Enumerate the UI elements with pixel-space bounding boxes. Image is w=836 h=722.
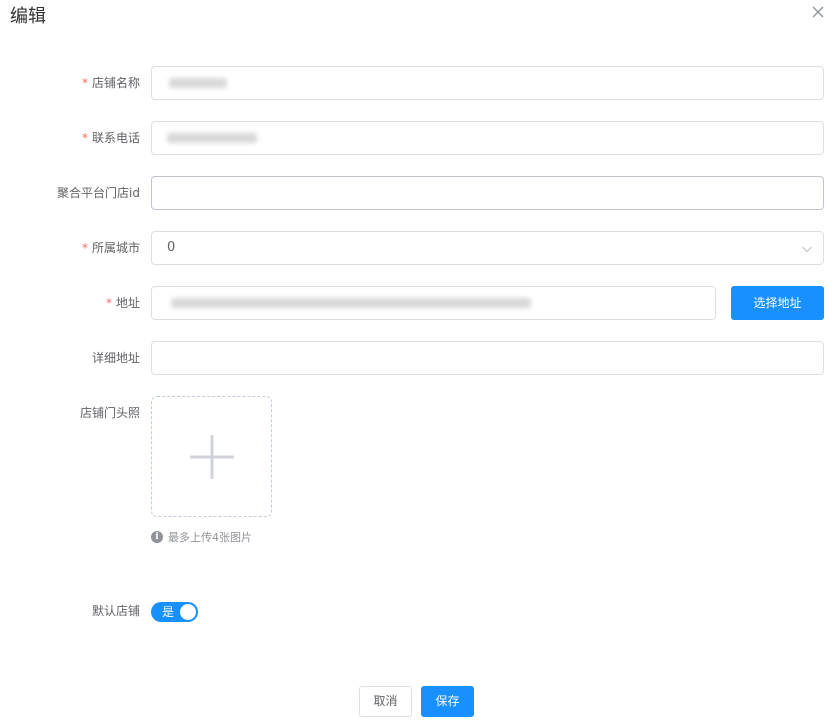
info-icon: i [151,531,163,543]
select-address-button[interactable]: 选择地址 [731,286,824,320]
detail-address-input[interactable] [151,341,824,375]
switch-text: 是 [162,605,175,619]
detail-address-label: 详细地址 [91,351,140,365]
store-name-input[interactable] [151,66,824,100]
redacted-text [169,77,227,88]
phone-label: * 联系电话 [81,131,140,145]
save-button[interactable]: 保存 [421,686,474,717]
storefront-photo-label: 店铺门头照 [79,406,140,420]
phone-input[interactable] [151,121,824,155]
city-value: 0 [167,240,176,255]
address-input[interactable] [151,286,716,320]
default-store-switch[interactable]: 是 [151,602,198,622]
cancel-button[interactable]: 取消 [359,686,412,717]
dialog-title: 编辑 [10,6,46,27]
redacted-text [171,297,531,308]
required-mark: * [81,131,88,145]
city-select[interactable]: 0 [151,231,824,265]
chevron-down-icon [802,246,812,253]
city-label: * 所属城市 [81,241,140,255]
upload-tip: i 最多上传4张图片 [151,529,252,545]
switch-knob [180,604,196,620]
platform-store-id-label: 聚合平台门店id [57,186,140,200]
form-item-storefront-photo: 店铺门头照 i 最多上传4张图片 [0,396,836,556]
required-mark: * [81,76,88,90]
store-name-label: * 店铺名称 [81,76,140,90]
image-upload-button[interactable] [151,396,272,517]
plus-icon [190,435,234,479]
redacted-text [167,132,257,143]
required-mark: * [105,296,112,310]
close-icon[interactable] [811,5,825,19]
upload-tip-text: 最多上传4张图片 [168,531,252,544]
default-store-label: 默认店铺 [91,604,140,618]
address-label: * 地址 [105,296,140,310]
required-mark: * [81,241,88,255]
platform-store-id-input[interactable] [151,176,824,210]
